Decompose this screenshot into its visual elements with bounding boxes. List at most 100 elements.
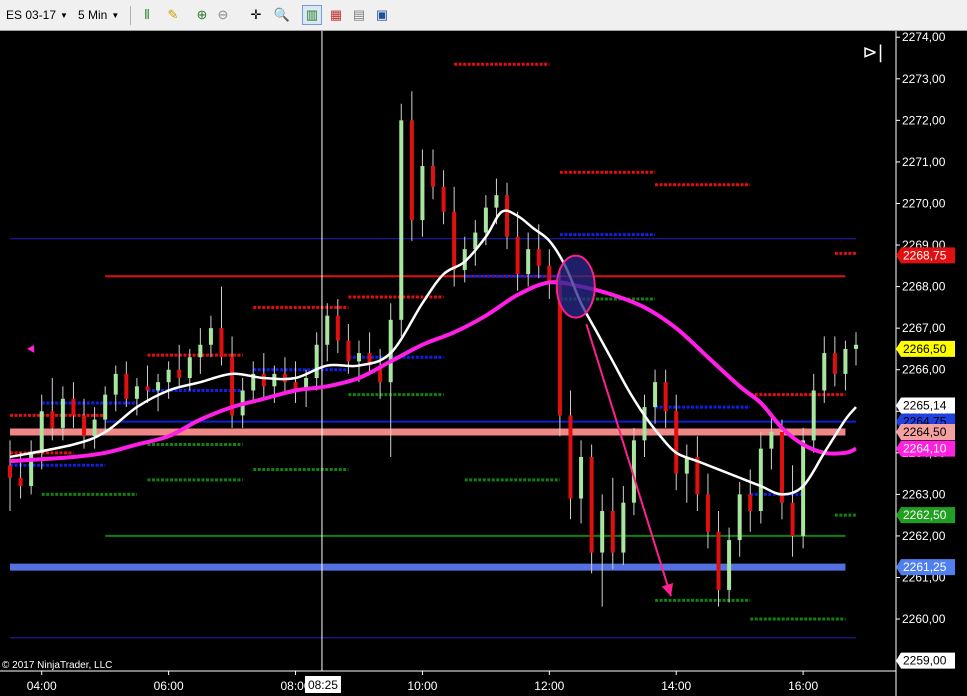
candle-body — [219, 328, 224, 358]
y-tick-label: 2274,00 — [902, 31, 946, 44]
candle-body — [177, 369, 182, 379]
drawing-tool-icon[interactable]: ✎ — [163, 5, 183, 25]
x-tick-label: 14:00 — [661, 679, 691, 693]
candle-body — [832, 353, 837, 374]
candle-body — [653, 382, 658, 408]
candle-body — [769, 432, 774, 449]
candle-body — [483, 207, 488, 233]
candle-body — [579, 456, 584, 499]
candle-body — [39, 411, 44, 453]
highlight-circle — [555, 254, 596, 319]
toolbar-divider — [130, 6, 131, 25]
chevron-down-icon: ▼ — [111, 10, 120, 20]
candle-body — [145, 386, 150, 391]
candle-body — [705, 494, 710, 532]
candle-body — [187, 357, 192, 379]
chevron-down-icon: ▼ — [60, 10, 68, 20]
y-tick-label: 2266,00 — [902, 363, 946, 377]
indicators-icon[interactable]: ▥ — [302, 5, 322, 25]
candle-body — [674, 411, 679, 474]
price-label: 2265,14 — [903, 398, 947, 412]
price-label: 2262,50 — [903, 508, 947, 522]
strategies-icon[interactable]: ▦ — [326, 5, 346, 25]
y-tick-label: 2268,00 — [902, 280, 946, 294]
candle-body — [600, 511, 605, 553]
candle-body — [272, 373, 277, 387]
x-tick-label: 16:00 — [788, 679, 818, 693]
zoom-in-icon[interactable]: ⊕ — [192, 5, 212, 25]
candle-body — [409, 120, 414, 221]
candle-body — [103, 394, 108, 420]
nav-end-icon[interactable]: ⊳| — [862, 42, 883, 63]
candle-body — [346, 340, 351, 362]
candle-body — [71, 398, 76, 416]
crosshair-time-label: 08:25 — [308, 678, 338, 692]
candle-body — [8, 465, 12, 478]
candle-body — [60, 398, 65, 428]
interval-selector[interactable]: 5 Min ▼ — [78, 4, 119, 26]
candle-body — [92, 419, 97, 437]
candle-body — [790, 502, 795, 536]
candle-body — [166, 369, 171, 383]
data-box-icon[interactable]: 🔍 — [272, 5, 292, 25]
candle-body — [536, 249, 541, 266]
candle-body — [854, 344, 858, 349]
candle-body — [748, 494, 753, 511]
candle-body — [727, 540, 732, 590]
price-label: 2259,00 — [903, 654, 947, 668]
candle-body — [156, 382, 161, 391]
candle-body — [494, 195, 499, 208]
candle-body — [526, 249, 531, 275]
y-tick-label: 2267,00 — [902, 321, 946, 335]
candle-body — [82, 415, 87, 437]
candle-body — [684, 456, 689, 474]
candle-body — [356, 353, 361, 362]
candle-body — [441, 186, 446, 212]
templates-icon[interactable]: ▣ — [372, 5, 392, 25]
instrument-selector[interactable]: ES 03-17 ▼ — [6, 4, 68, 26]
candle-body — [515, 236, 520, 275]
candle-body — [198, 344, 203, 358]
y-tick-label: 2262,00 — [902, 529, 946, 543]
chart-toolbar: ES 03-17 ▼ 5 Min ▼ ⫴ ✎ ⊕ ⊖ ✛ 🔍 ▥ ▦ ▤ ▣ — [0, 0, 967, 31]
candle-body — [843, 348, 848, 374]
y-tick-label: 2272,00 — [902, 113, 946, 127]
candle-body — [822, 353, 827, 391]
zoom-out-icon[interactable]: ⊖ — [213, 5, 233, 25]
candle-body — [134, 386, 139, 399]
properties-icon[interactable]: ▤ — [349, 5, 369, 25]
candle-body — [335, 315, 340, 341]
candle-body — [431, 166, 435, 187]
price-label: 2264,10 — [903, 442, 947, 456]
interval-label: 5 Min — [78, 8, 108, 22]
candle-body — [18, 477, 23, 487]
candle-body — [568, 415, 573, 499]
y-tick-label: 2260,00 — [902, 612, 946, 626]
candle-body — [811, 390, 816, 441]
bar-type-icon[interactable]: ⫴ — [137, 5, 157, 25]
price-label: 2266,50 — [903, 342, 947, 356]
candle-body — [621, 502, 626, 553]
instrument-label: ES 03-17 — [6, 8, 57, 22]
y-tick-label: 2270,00 — [902, 196, 946, 210]
candle-body — [779, 432, 784, 503]
candle-body — [399, 120, 404, 320]
crosshair-icon[interactable]: ✛ — [246, 5, 266, 25]
price-chart[interactable]: 2259,002260,002261,002262,002263,002264,… — [0, 31, 967, 696]
candle-body — [758, 448, 763, 511]
candle-body — [420, 166, 425, 221]
candle-body — [452, 211, 457, 270]
y-tick-label: 2263,00 — [902, 487, 946, 501]
copyright-text: © 2017 NinjaTrader, LLC — [2, 660, 112, 671]
candle-body — [505, 195, 510, 237]
candle-body — [589, 456, 594, 553]
candle-body — [208, 328, 213, 345]
candle-body — [325, 315, 330, 345]
x-tick-label: 12:00 — [534, 679, 564, 693]
candle-body — [737, 494, 742, 541]
candle-body — [113, 373, 118, 395]
candle-body — [261, 373, 266, 387]
candle-body — [716, 531, 721, 590]
candle-body — [124, 373, 129, 399]
candle-body — [663, 382, 668, 412]
